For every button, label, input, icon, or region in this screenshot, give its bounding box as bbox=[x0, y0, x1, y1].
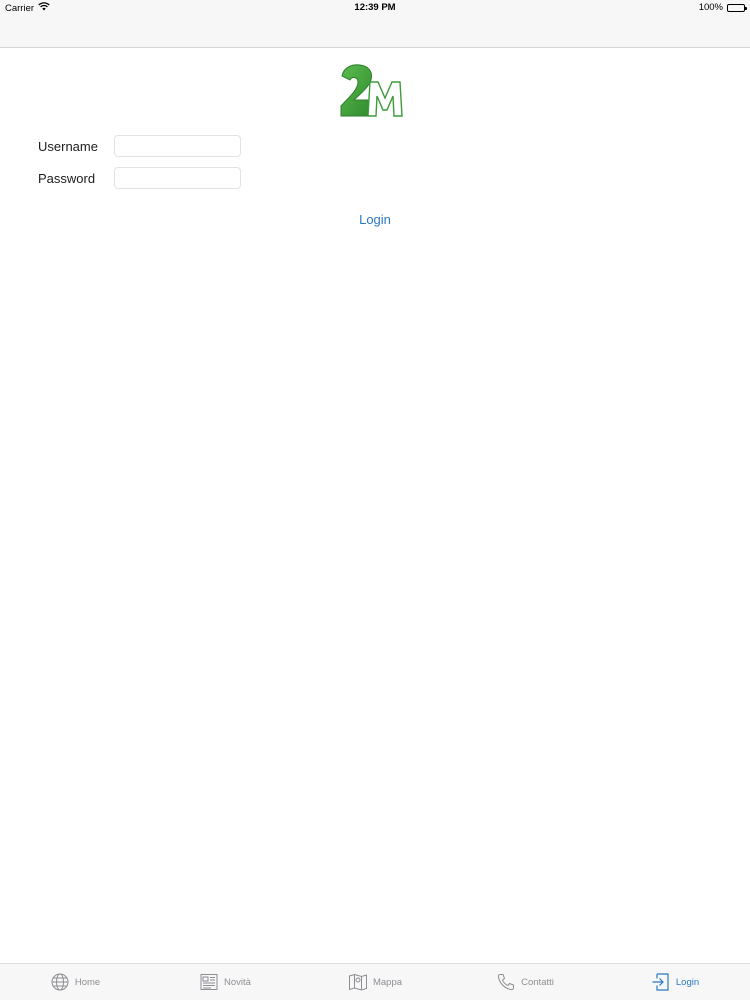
status-time: 12:39 PM bbox=[354, 2, 396, 13]
tab-home[interactable]: Home bbox=[0, 964, 150, 1000]
tab-contatti[interactable]: Contatti bbox=[450, 964, 600, 1000]
status-bar: Carrier 12:39 PM 100% bbox=[0, 0, 750, 16]
tab-mappa-label: Mappa bbox=[372, 976, 403, 988]
battery-percent: 100% bbox=[698, 2, 723, 13]
brand-logo-graphic bbox=[340, 64, 403, 117]
tab-login-label: Login bbox=[675, 976, 700, 988]
brand-logo bbox=[338, 62, 412, 122]
username-label: Username bbox=[38, 139, 98, 154]
tab-novita-label: Novità bbox=[224, 976, 251, 988]
app-screen: Carrier 12:39 PM 100% Username Password … bbox=[0, 0, 750, 1000]
newspaper-icon bbox=[200, 974, 218, 990]
tab-mappa[interactable]: Mappa bbox=[300, 964, 450, 1000]
username-input[interactable] bbox=[114, 135, 241, 157]
login-button[interactable]: Login bbox=[0, 212, 750, 227]
tab-contatti-label: Contatti bbox=[521, 976, 554, 988]
tab-login[interactable]: Login bbox=[600, 964, 750, 1000]
status-right: 100% bbox=[698, 2, 747, 13]
password-input[interactable] bbox=[114, 167, 241, 189]
map-icon bbox=[348, 973, 367, 991]
battery-icon bbox=[727, 3, 747, 12]
login-icon bbox=[652, 973, 669, 991]
navigation-bar bbox=[0, 16, 750, 48]
phone-icon bbox=[497, 974, 515, 991]
globe-icon bbox=[51, 973, 69, 991]
tab-bar: Home Novità Mappa Contatti Login bbox=[0, 963, 750, 1000]
tab-novita[interactable]: Novità bbox=[150, 964, 300, 1000]
password-label: Password bbox=[38, 171, 96, 186]
tab-home-label: Home bbox=[74, 976, 101, 988]
